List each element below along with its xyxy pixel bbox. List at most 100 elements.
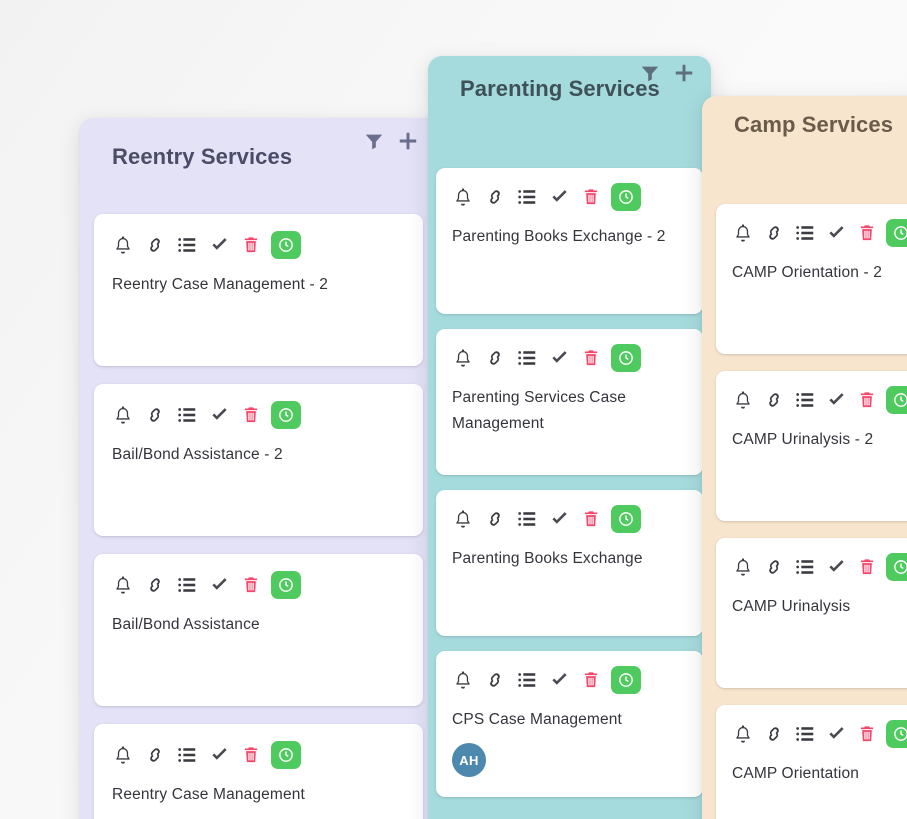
list-icon[interactable] <box>176 404 198 426</box>
check-icon[interactable] <box>208 234 231 257</box>
trash-icon[interactable] <box>241 744 261 766</box>
bell-icon[interactable] <box>732 222 754 244</box>
link-icon[interactable] <box>763 389 785 411</box>
timer-icon[interactable] <box>611 183 641 211</box>
link-icon[interactable] <box>144 744 166 766</box>
link-icon[interactable] <box>763 556 785 578</box>
card-icon-row <box>112 230 405 260</box>
trash-icon[interactable] <box>857 556 877 578</box>
check-icon[interactable] <box>208 404 231 427</box>
bell-icon[interactable] <box>732 556 754 578</box>
trash-icon[interactable] <box>241 404 261 426</box>
list-icon[interactable] <box>794 389 816 411</box>
timer-icon[interactable] <box>886 386 907 414</box>
check-icon[interactable] <box>825 222 848 245</box>
card-title: Parenting Services Case Management <box>452 385 687 437</box>
task-card[interactable]: Reentry Case Management - 2 <box>94 214 423 366</box>
timer-icon[interactable] <box>271 401 301 429</box>
timer-icon[interactable] <box>886 553 907 581</box>
timer-icon[interactable] <box>611 666 641 694</box>
trash-icon[interactable] <box>857 222 877 244</box>
timer-icon[interactable] <box>271 571 301 599</box>
trash-icon[interactable] <box>857 389 877 411</box>
trash-icon[interactable] <box>241 574 261 596</box>
check-icon[interactable] <box>548 508 571 531</box>
list-icon[interactable] <box>516 669 538 691</box>
trash-icon[interactable] <box>581 347 601 369</box>
card-title: Parenting Books Exchange - 2 <box>452 224 687 250</box>
plus-icon[interactable] <box>397 130 419 152</box>
link-icon[interactable] <box>144 234 166 256</box>
timer-icon[interactable] <box>886 219 907 247</box>
link-icon[interactable] <box>484 186 506 208</box>
trash-icon[interactable] <box>581 669 601 691</box>
task-card[interactable]: Parenting Books Exchange <box>436 490 703 636</box>
filter-icon[interactable] <box>639 62 661 84</box>
trash-icon[interactable] <box>857 723 877 745</box>
card-title: Reentry Case Management <box>112 782 405 808</box>
bell-icon[interactable] <box>452 347 474 369</box>
bell-icon[interactable] <box>452 186 474 208</box>
link-icon[interactable] <box>763 222 785 244</box>
bell-icon[interactable] <box>732 389 754 411</box>
list-icon[interactable] <box>176 744 198 766</box>
bell-icon[interactable] <box>732 723 754 745</box>
timer-icon[interactable] <box>611 505 641 533</box>
bell-icon[interactable] <box>452 508 474 530</box>
bell-icon[interactable] <box>112 234 134 256</box>
check-icon[interactable] <box>548 347 571 370</box>
bell-icon[interactable] <box>452 669 474 691</box>
link-icon[interactable] <box>484 347 506 369</box>
avatar[interactable]: AH <box>452 743 486 777</box>
bell-icon[interactable] <box>112 744 134 766</box>
task-card[interactable]: CPS Case Management AH <box>436 651 703 797</box>
timer-icon[interactable] <box>886 720 907 748</box>
card-icon-row <box>452 343 687 373</box>
kanban-board: Reentry Services R <box>0 0 907 819</box>
task-card[interactable]: Bail/Bond Assistance - 2 <box>94 384 423 536</box>
list-icon[interactable] <box>794 222 816 244</box>
task-card[interactable]: Parenting Services Case Management <box>436 329 703 475</box>
task-card[interactable]: CAMP Urinalysis - 2 <box>716 371 907 521</box>
card-title: CPS Case Management <box>452 707 687 733</box>
link-icon[interactable] <box>484 669 506 691</box>
link-icon[interactable] <box>484 508 506 530</box>
check-icon[interactable] <box>208 744 231 767</box>
link-icon[interactable] <box>763 723 785 745</box>
task-card[interactable]: CAMP Urinalysis <box>716 538 907 688</box>
check-icon[interactable] <box>825 389 848 412</box>
card-title: Bail/Bond Assistance <box>112 612 405 638</box>
trash-icon[interactable] <box>581 186 601 208</box>
card-icon-row <box>732 552 907 582</box>
check-icon[interactable] <box>208 574 231 597</box>
check-icon[interactable] <box>548 669 571 692</box>
list-icon[interactable] <box>176 574 198 596</box>
check-icon[interactable] <box>825 723 848 746</box>
plus-icon[interactable] <box>673 62 695 84</box>
timer-icon[interactable] <box>271 741 301 769</box>
link-icon[interactable] <box>144 404 166 426</box>
trash-icon[interactable] <box>581 508 601 530</box>
check-icon[interactable] <box>548 186 571 209</box>
task-card[interactable]: Parenting Books Exchange - 2 <box>436 168 703 314</box>
trash-icon[interactable] <box>241 234 261 256</box>
bell-icon[interactable] <box>112 574 134 596</box>
card-title: CAMP Urinalysis <box>732 594 907 620</box>
task-card[interactable]: CAMP Orientation - 2 <box>716 204 907 354</box>
timer-icon[interactable] <box>271 231 301 259</box>
list-icon[interactable] <box>794 556 816 578</box>
list-icon[interactable] <box>794 723 816 745</box>
bell-icon[interactable] <box>112 404 134 426</box>
list-icon[interactable] <box>516 186 538 208</box>
list-icon[interactable] <box>516 347 538 369</box>
list-icon[interactable] <box>176 234 198 256</box>
list-icon[interactable] <box>516 508 538 530</box>
task-card[interactable]: CAMP Orientation <box>716 705 907 819</box>
check-icon[interactable] <box>825 556 848 579</box>
task-card[interactable]: Bail/Bond Assistance <box>94 554 423 706</box>
column-header-actions-reentry <box>363 130 419 152</box>
timer-icon[interactable] <box>611 344 641 372</box>
task-card[interactable]: Reentry Case Management <box>94 724 423 819</box>
filter-icon[interactable] <box>363 130 385 152</box>
link-icon[interactable] <box>144 574 166 596</box>
